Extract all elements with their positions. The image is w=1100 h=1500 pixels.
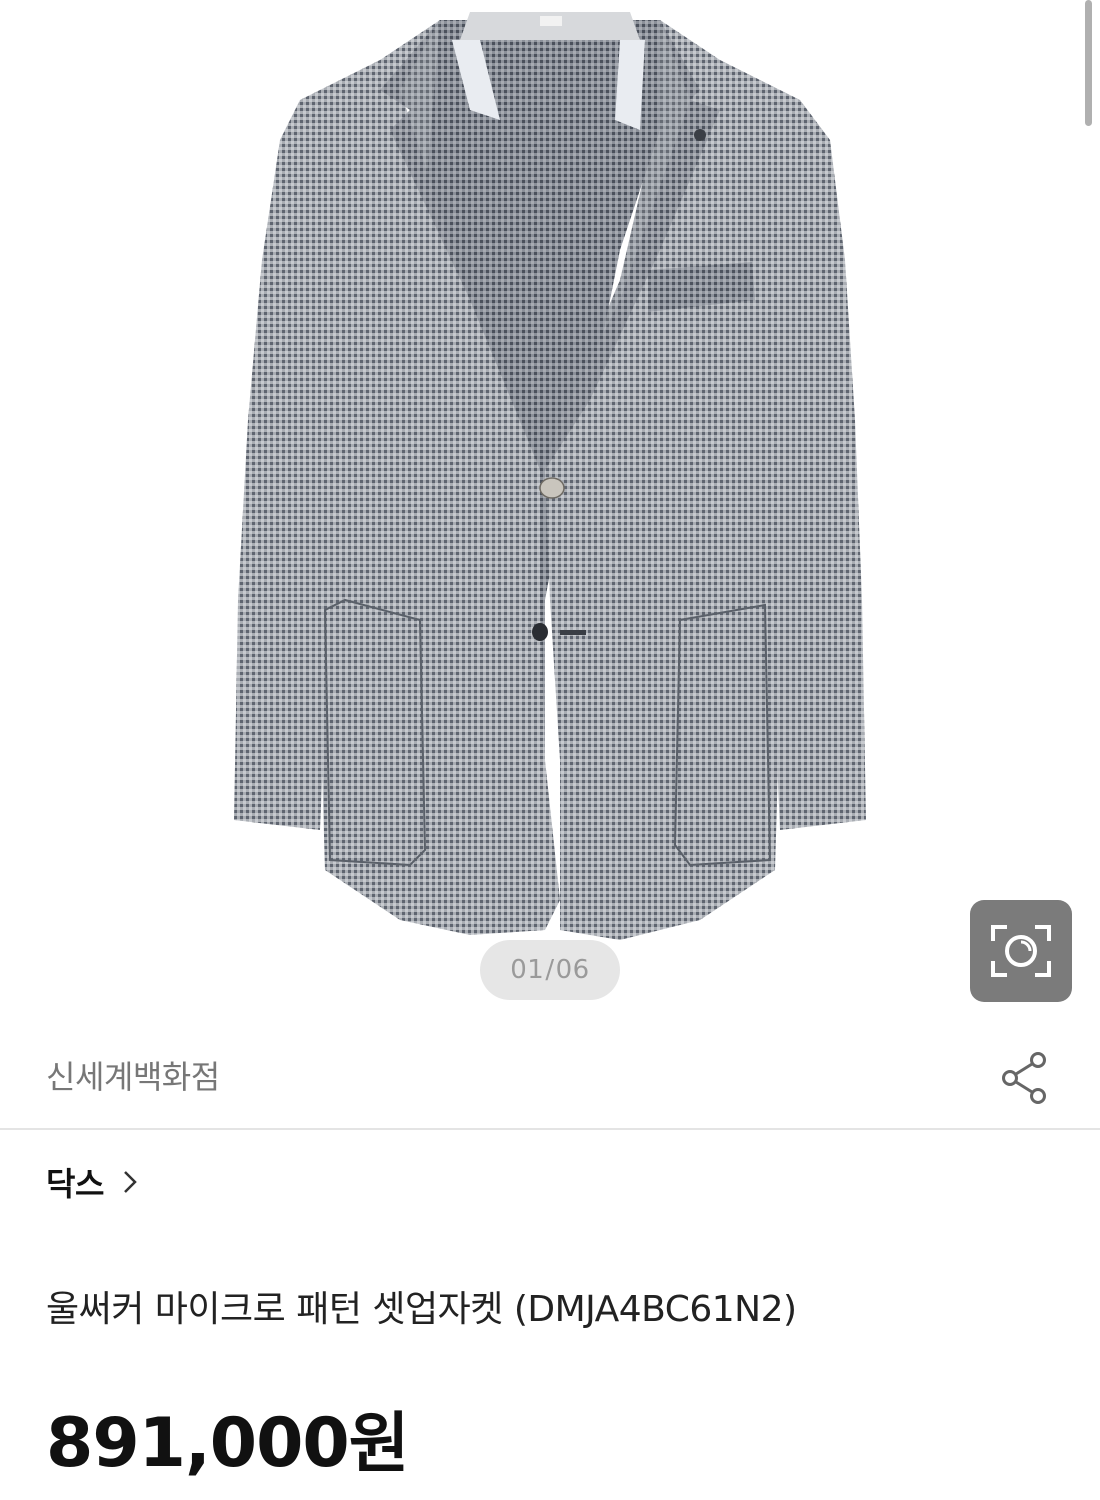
vertical-scrollbar[interactable] xyxy=(1085,0,1092,126)
brand-link[interactable]: 닥스 xyxy=(46,1160,138,1204)
price-amount: 891,000 xyxy=(46,1404,350,1483)
seller-name[interactable]: 신세계백화점 xyxy=(46,1052,220,1098)
brand-name: 닥스 xyxy=(46,1165,104,1203)
share-icon xyxy=(1002,1052,1046,1104)
image-page-indicator: 01/06 xyxy=(480,940,620,1000)
price-unit: 원 xyxy=(348,1405,410,1482)
camera-lens-search-icon xyxy=(991,925,1051,977)
indicator-separator: / xyxy=(545,955,555,985)
chevron-right-icon xyxy=(124,1171,137,1193)
product-title: 울써커 마이크로 패턴 셋업자켓 (DMJA4BC61N2) xyxy=(46,1289,797,1330)
current-image-index: 01 xyxy=(510,955,545,985)
total-image-count: 06 xyxy=(555,955,590,985)
product-image[interactable] xyxy=(0,0,1100,1020)
seller-row: 신세계백화점 xyxy=(0,1030,1100,1128)
section-divider xyxy=(0,1128,1100,1130)
product-page: 01/06 신세계백화점 닥스 울써커 마이크로 패턴 셋업자켓 (DMJA4B… xyxy=(0,0,1100,1500)
product-image-gallery[interactable]: 01/06 xyxy=(0,0,1100,1020)
share-button[interactable] xyxy=(996,1048,1056,1108)
product-price: 891,000 원 xyxy=(46,1390,410,1486)
image-search-button[interactable] xyxy=(970,900,1072,1002)
